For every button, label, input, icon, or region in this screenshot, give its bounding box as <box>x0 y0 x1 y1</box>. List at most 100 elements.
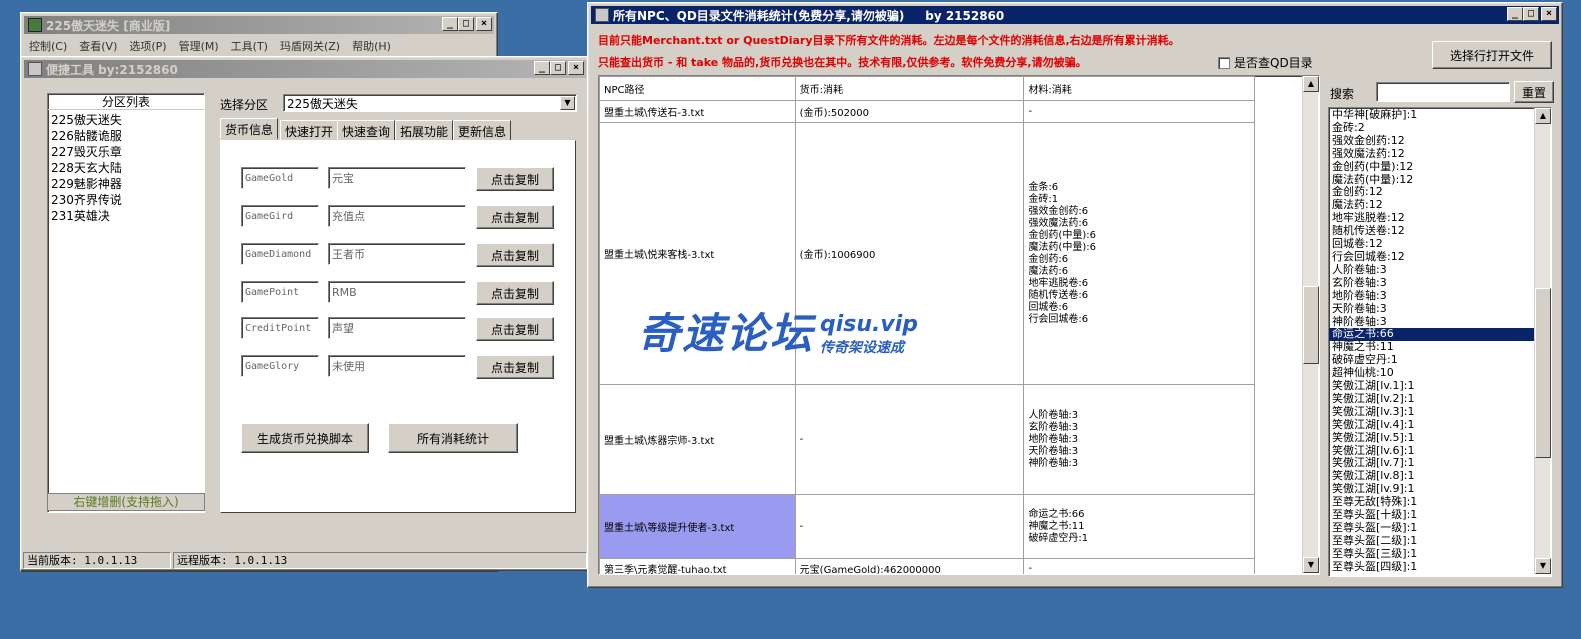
scroll-thumb[interactable] <box>1303 286 1319 364</box>
currency-name-field[interactable]: 未使用 <box>328 355 466 377</box>
copy-button[interactable]: 点击复制 <box>476 167 554 191</box>
stats-maximize-button[interactable]: □ <box>1523 7 1539 21</box>
scroll-up-arrow[interactable]: ▲ <box>1303 76 1319 92</box>
list-item[interactable]: 笑傲江湖[lv.1]:1 <box>1329 379 1551 393</box>
menu-manage[interactable]: 管理(M) <box>179 38 219 54</box>
scroll-down-arrow[interactable]: ▼ <box>1303 557 1319 573</box>
list-item[interactable]: 强效魔法药:12 <box>1329 147 1551 161</box>
tab-updates[interactable]: 更新信息 <box>453 120 512 140</box>
tab-quick-open[interactable]: 快速打开 <box>280 120 339 140</box>
tab-extensions[interactable]: 拓展功能 <box>395 120 454 140</box>
stats-minimize-button[interactable]: _ <box>1507 7 1523 21</box>
copy-button[interactable]: 点击复制 <box>476 355 554 379</box>
column-header-currency[interactable]: 货币:消耗 <box>794 76 1025 101</box>
generate-script-button[interactable]: 生成货币兑换脚本 <box>241 423 369 453</box>
list-item[interactable]: 金创药(中量):12 <box>1329 160 1551 174</box>
tool-maximize-button[interactable]: □ <box>550 61 566 75</box>
list-item[interactable]: 229魅影神器 <box>51 176 201 192</box>
scroll-thumb[interactable] <box>1535 288 1551 458</box>
maximize-button[interactable]: □ <box>458 17 474 31</box>
list-item[interactable]: 笑傲江湖[lv.5]:1 <box>1329 431 1551 445</box>
list-item[interactable]: 玄阶卷轴:3 <box>1329 276 1551 290</box>
cell-currency[interactable]: 元宝(GameGold):462000000 <box>794 558 1025 574</box>
close-button[interactable]: × <box>476 17 492 31</box>
totals-scrollbar[interactable]: ▲ ▼ <box>1534 108 1551 574</box>
column-header-path[interactable]: NPC路径 <box>599 76 796 101</box>
tool-title-bar[interactable]: 便捷工具 by:2152860 _ □ × <box>24 60 586 78</box>
list-item[interactable]: 231英雄决 <box>51 208 201 224</box>
currency-name-field[interactable]: 元宝 <box>328 167 466 189</box>
cell-path[interactable]: 第三季\元素觉醒-tuhao.txt <box>599 558 796 574</box>
table-row-selected[interactable]: 盟重土城\等级提升使者-3.txt - 命运之书:66 神魔之书:11 破碎虚空… <box>599 494 1255 559</box>
cell-materials[interactable]: 金条:6 金砖:1 强效金创药:6 强效魔法药:6 金创药(中量):6 魔法药(… <box>1023 122 1255 385</box>
copy-button[interactable]: 点击复制 <box>476 243 554 267</box>
qd-checkbox[interactable]: 是否查QD目录 <box>1218 54 1313 71</box>
currency-code-field[interactable]: CreditPoint <box>241 317 319 339</box>
currency-code-field[interactable]: GameDiamond <box>241 243 319 265</box>
main-title-bar[interactable]: 225傲天迷失 [商业版] _ □ × <box>24 16 494 34</box>
menu-view[interactable]: 查看(V) <box>79 38 117 54</box>
all-stats-button[interactable]: 所有消耗统计 <box>388 423 518 453</box>
tab-currency[interactable]: 货币信息 <box>220 118 279 140</box>
open-file-button[interactable]: 选择行打开文件 <box>1432 41 1552 69</box>
list-item[interactable]: 金砖:2 <box>1329 121 1551 135</box>
search-input[interactable] <box>1376 82 1510 102</box>
minimize-button[interactable]: _ <box>442 17 458 31</box>
results-grid[interactable]: NPC路径 货币:消耗 材料:消耗 盟重土城\传送石-3.txt (金币):50… <box>598 75 1320 575</box>
list-item[interactable]: 226骷髅诡服 <box>51 128 201 144</box>
menu-options[interactable]: 选项(P) <box>129 38 166 54</box>
currency-code-field[interactable]: GameGold <box>241 167 319 189</box>
cell-materials[interactable]: - <box>1023 100 1255 123</box>
totals-list[interactable]: 中华神[破麻护]:1 金砖:2 强效金创药:12 强效魔法药:12 金创药(中量… <box>1328 107 1552 577</box>
menu-control[interactable]: 控制(C) <box>29 38 67 54</box>
list-item[interactable]: 强效金创药:12 <box>1329 134 1551 148</box>
tool-close-button[interactable]: × <box>568 61 584 75</box>
table-row[interactable]: 盟重土城\悦来客栈-3.txt (金币):1006900 金条:6 金砖:1 强… <box>599 122 1255 385</box>
menu-gateway[interactable]: 玛盾网关(Z) <box>280 38 340 54</box>
cell-currency[interactable]: (金币):1006900 <box>794 122 1025 385</box>
reset-button[interactable]: 重置 <box>1514 81 1554 103</box>
list-item[interactable]: 笑傲江湖[lv.3]:1 <box>1329 405 1551 419</box>
list-item[interactable]: 225傲天迷失 <box>51 112 201 128</box>
column-header-materials[interactable]: 材料:消耗 <box>1023 76 1255 101</box>
list-item[interactable]: 至尊头盔[二级]:1 <box>1329 534 1551 548</box>
cell-path[interactable]: 盟重土城\悦来客栈-3.txt <box>599 122 796 385</box>
cell-materials[interactable]: 人阶卷轴:3 玄阶卷轴:3 地阶卷轴:3 天阶卷轴:3 神阶卷轴:3 <box>1023 384 1255 495</box>
table-row[interactable]: 盟重土城\传送石-3.txt (金币):502000 - <box>599 100 1255 123</box>
list-item[interactable]: 笑傲江湖[lv.4]:1 <box>1329 418 1551 432</box>
scroll-down-arrow[interactable]: ▼ <box>1535 558 1551 574</box>
currency-name-field[interactable]: 声望 <box>328 317 466 339</box>
cell-currency[interactable]: - <box>794 494 1025 559</box>
tab-quick-query[interactable]: 快速查询 <box>337 120 396 140</box>
list-item[interactable]: 中华神[破麻护]:1 <box>1329 108 1551 122</box>
copy-button[interactable]: 点击复制 <box>476 281 554 305</box>
list-item[interactable]: 至尊头盔[三级]:1 <box>1329 547 1551 561</box>
currency-name-field[interactable]: 王者币 <box>328 243 466 265</box>
table-row[interactable]: 盟重土城\炼器宗师-3.txt - 人阶卷轴:3 玄阶卷轴:3 地阶卷轴:3 天… <box>599 384 1255 495</box>
cell-path[interactable]: 盟重土城\炼器宗师-3.txt <box>599 384 796 495</box>
currency-code-field[interactable]: GameGird <box>241 205 319 227</box>
table-row[interactable]: 第三季\元素觉醒-tuhao.txt 元宝(GameGold):46200000… <box>599 558 1255 574</box>
currency-code-field[interactable]: GameGlory <box>241 355 319 377</box>
list-item[interactable]: 至尊头盔[一级]:1 <box>1329 521 1551 535</box>
menu-help[interactable]: 帮助(H) <box>352 38 391 54</box>
list-item[interactable]: 228天玄大陆 <box>51 160 201 176</box>
scroll-up-arrow[interactable]: ▲ <box>1535 108 1551 124</box>
list-item[interactable]: 笑傲江湖[lv.2]:1 <box>1329 392 1551 406</box>
list-item[interactable]: 行会回城卷:12 <box>1329 250 1551 264</box>
cell-materials[interactable]: 命运之书:66 神魔之书:11 破碎虚空丹:1 <box>1023 494 1255 559</box>
stats-close-button[interactable]: × <box>1541 7 1557 21</box>
stats-title-bar[interactable]: 所有NPC、QD目录文件消耗统计(免费分享,请勿被骗) by 2152860 _… <box>591 6 1559 24</box>
currency-name-field[interactable]: RMB <box>328 281 466 303</box>
cell-materials[interactable]: - <box>1023 558 1255 574</box>
cell-path[interactable]: 盟重土城\传送石-3.txt <box>599 100 796 123</box>
list-item[interactable]: 天阶卷轴:3 <box>1329 302 1551 316</box>
tool-minimize-button[interactable]: _ <box>534 61 550 75</box>
grid-scrollbar[interactable]: ▲ ▼ <box>1302 76 1319 573</box>
currency-code-field[interactable]: GamePoint <box>241 281 319 303</box>
cell-path[interactable]: 盟重土城\等级提升使者-3.txt <box>599 494 796 559</box>
menu-tools[interactable]: 工具(T) <box>231 38 268 54</box>
cell-currency[interactable]: (金币):502000 <box>794 100 1025 123</box>
currency-name-field[interactable]: 充值点 <box>328 205 466 227</box>
partition-select[interactable]: 225傲天迷失 ▼ <box>283 94 577 112</box>
